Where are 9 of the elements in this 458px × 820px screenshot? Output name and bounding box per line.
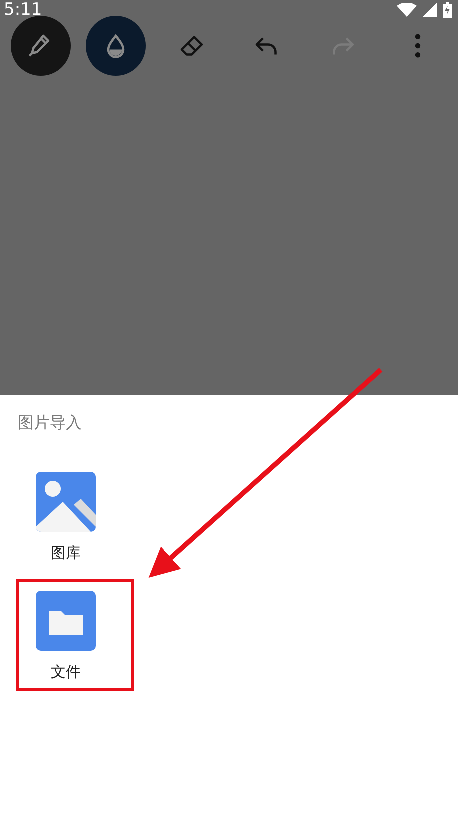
sheet-title: 图片导入 (18, 413, 82, 434)
image-icon (36, 472, 96, 532)
files-option[interactable]: 文件 (18, 591, 114, 682)
signal-icon (423, 3, 437, 17)
more-icon (414, 33, 422, 59)
folder-icon (36, 591, 96, 651)
wifi-icon (397, 3, 417, 17)
status-time: 5:11 (4, 0, 42, 20)
gallery-option[interactable]: 图库 (18, 472, 114, 563)
